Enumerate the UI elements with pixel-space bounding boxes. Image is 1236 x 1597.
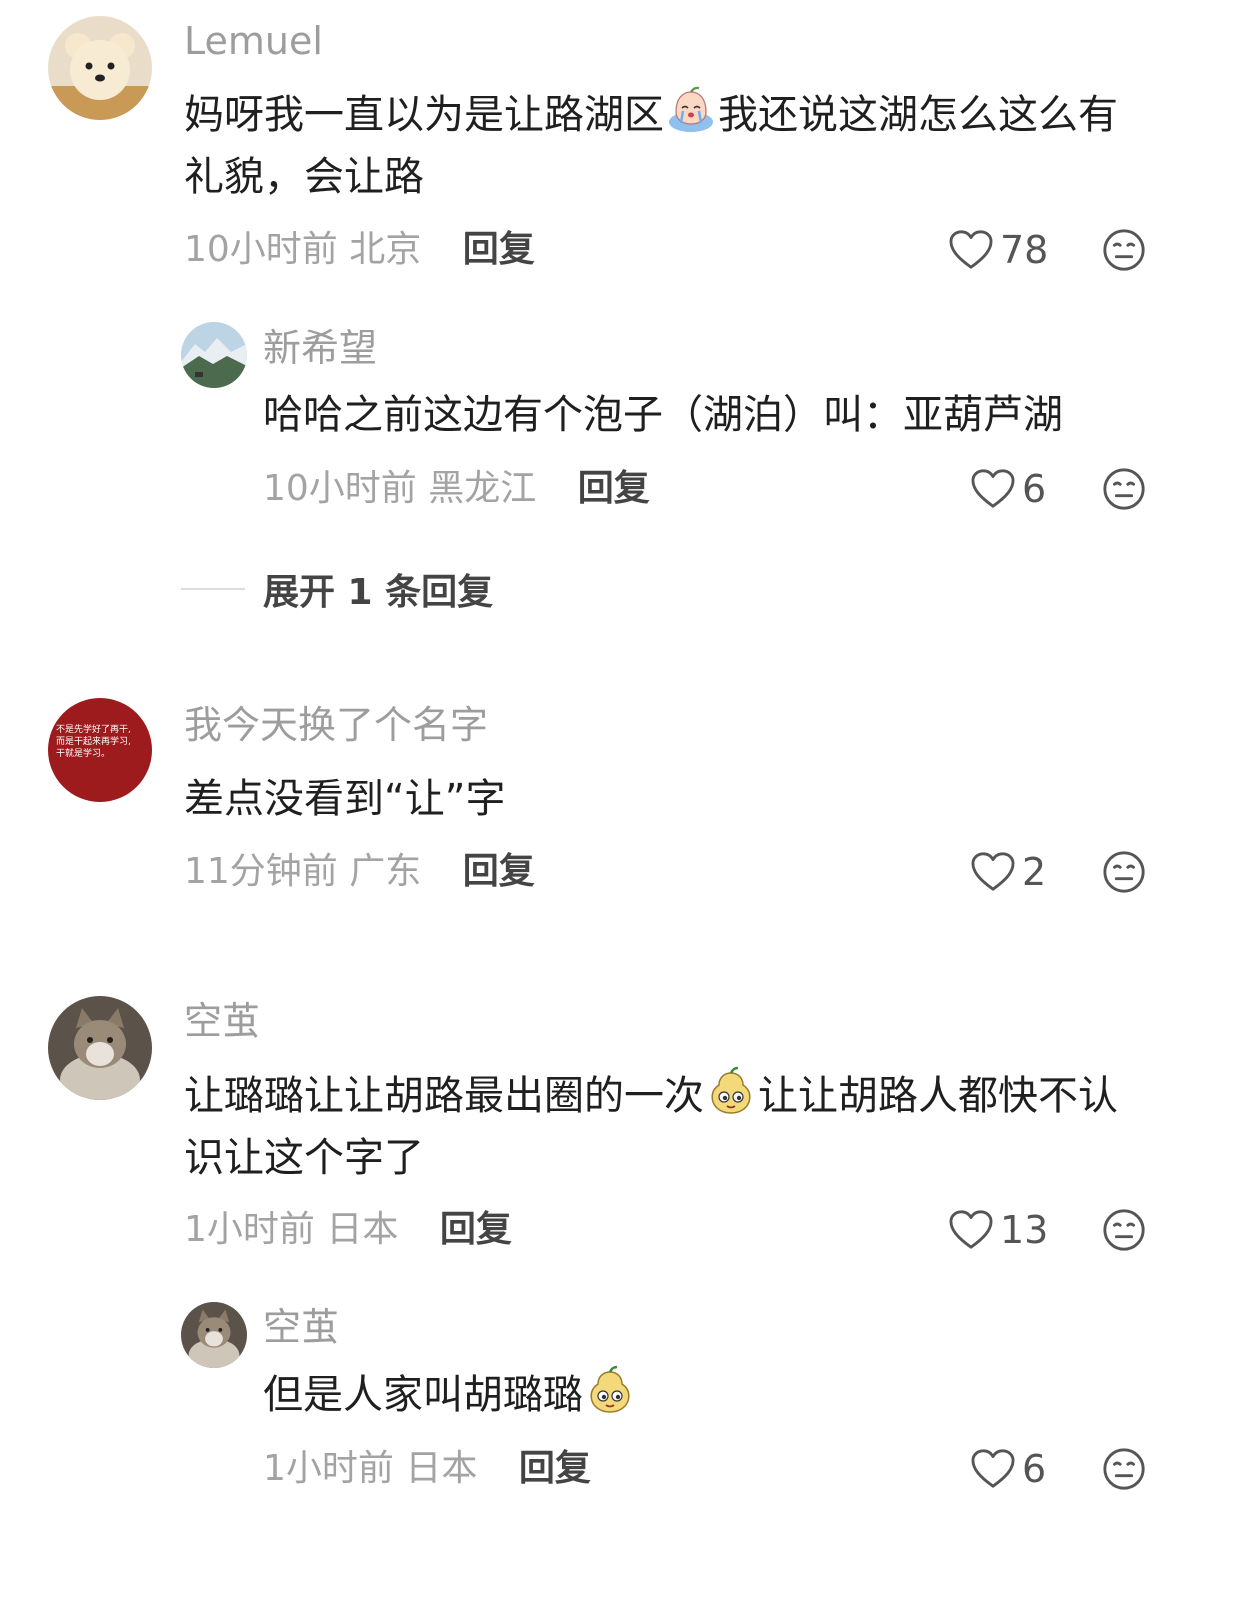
comment-text: 差点没看到“让”字 <box>184 776 506 822</box>
like-count: 78 <box>1000 228 1049 272</box>
doge-gourd-emoji-icon <box>706 1065 756 1115</box>
like-button[interactable]: 6 <box>970 1447 1046 1491</box>
divider-line <box>181 588 245 590</box>
avatar[interactable] <box>48 16 152 120</box>
location: 日本 <box>405 1448 478 1489</box>
heart-outline-icon <box>948 229 994 271</box>
mountain-landscape-avatar-icon <box>181 322 247 388</box>
comment-text: 让璐璐让让胡路最出圈的一次 让让胡路人都快不认识让这个字了 <box>184 1065 1154 1189</box>
comment-meta: 1小时前 日本 回复 <box>184 1208 512 1252</box>
meh-face-icon[interactable] <box>1101 1446 1147 1492</box>
heart-outline-icon <box>970 851 1016 893</box>
username[interactable]: 空茧 <box>263 1305 339 1349</box>
reply-button[interactable]: 回复 <box>463 851 535 892</box>
meh-face-icon[interactable] <box>1101 849 1147 895</box>
like-count: 6 <box>1022 1447 1047 1491</box>
reply-button[interactable]: 回复 <box>578 468 650 509</box>
heart-outline-icon <box>970 1448 1016 1490</box>
doge-gourd-emoji-icon <box>585 1364 635 1414</box>
reply-button[interactable]: 回复 <box>440 1209 512 1250</box>
avatar-quote-line: 不是先学好了再干, <box>56 723 131 735</box>
avatar[interactable] <box>181 1302 247 1368</box>
cat-avatar-icon <box>181 1302 247 1368</box>
comment-text: 但是人家叫胡璐璐 <box>263 1364 1233 1426</box>
timestamp: 10小时前 <box>263 468 417 509</box>
username[interactable]: Lemuel <box>184 19 323 63</box>
cat-avatar-icon <box>48 996 152 1100</box>
location: 黑龙江 <box>428 468 537 509</box>
location: 日本 <box>326 1209 399 1250</box>
timestamp: 1小时前 <box>263 1448 394 1489</box>
comment-meta: 10小时前 黑龙江 回复 <box>263 467 650 511</box>
avatar[interactable] <box>48 996 152 1100</box>
heart-outline-icon <box>970 468 1016 510</box>
like-button[interactable]: 2 <box>970 850 1046 894</box>
timestamp: 10小时前 <box>184 229 338 270</box>
username[interactable]: 空茧 <box>184 999 260 1043</box>
meh-face-icon[interactable] <box>1101 227 1147 273</box>
comment-meta: 10小时前 北京 回复 <box>184 228 535 272</box>
comment-text: 妈呀我一直以为是让路湖区 我还说这湖怎么这么有礼貌，会让路 <box>184 84 1154 208</box>
crying-emoji-icon <box>666 84 716 134</box>
like-count: 6 <box>1022 467 1047 511</box>
like-button[interactable]: 6 <box>970 467 1046 511</box>
reply-button[interactable]: 回复 <box>463 229 535 270</box>
avatar[interactable] <box>181 322 247 388</box>
location: 广东 <box>349 851 422 892</box>
quote-text-avatar-icon: 不是先学好了再干, 而是干起来再学习, 干就是学习。 <box>48 698 152 802</box>
avatar-quote-line: 干就是学习。 <box>56 747 110 759</box>
comment-text-part: 妈呀我一直以为是让路湖区 <box>184 92 664 138</box>
timestamp: 1小时前 <box>184 1209 315 1250</box>
comment-text-part: 让璐璐让让胡路最出圈的一次 <box>184 1073 704 1119</box>
username[interactable]: 我今天换了个名字 <box>184 703 488 747</box>
meh-face-icon[interactable] <box>1101 466 1147 512</box>
comment-meta: 11分钟前 广东 回复 <box>184 850 535 894</box>
location: 北京 <box>349 229 422 270</box>
expand-replies-label: 展开 1 条回复 <box>263 572 494 613</box>
timestamp: 11分钟前 <box>184 851 338 892</box>
heart-outline-icon <box>948 1209 994 1251</box>
username[interactable]: 新希望 <box>263 326 377 370</box>
reply-button[interactable]: 回复 <box>519 1448 591 1489</box>
avatar[interactable]: 不是先学好了再干, 而是干起来再学习, 干就是学习。 <box>48 698 152 802</box>
like-button[interactable]: 78 <box>948 228 1048 272</box>
avatar-quote-line: 而是干起来再学习, <box>56 735 131 747</box>
meh-face-icon[interactable] <box>1101 1207 1147 1253</box>
teddy-bear-avatar-icon <box>48 16 152 120</box>
like-count: 2 <box>1022 850 1047 894</box>
comment-meta: 1小时前 日本 回复 <box>263 1447 591 1491</box>
expand-replies-button[interactable]: 展开 1 条回复 <box>181 563 493 615</box>
comment-text: 哈哈之前这边有个泡子（湖泊）叫：亚葫芦湖 <box>263 392 1063 438</box>
like-button[interactable]: 13 <box>948 1208 1048 1252</box>
like-count: 13 <box>1000 1208 1049 1252</box>
comment-text-part: 但是人家叫胡璐璐 <box>263 1372 583 1418</box>
